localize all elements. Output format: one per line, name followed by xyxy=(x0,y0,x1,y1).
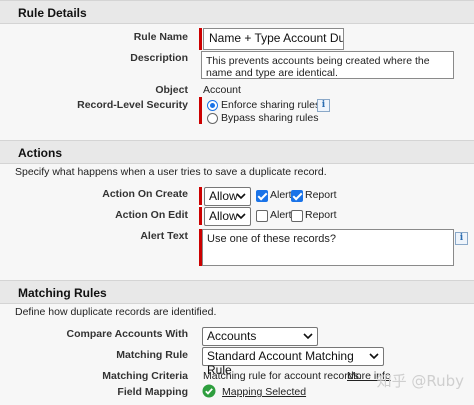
actions-intro: Specify what happens when a user tries t… xyxy=(15,166,327,178)
matching-criteria-label: Matching Criteria xyxy=(102,370,188,382)
info-icon[interactable]: i xyxy=(455,232,468,245)
matching-criteria-value: Matching rule for account records. xyxy=(203,370,362,382)
action-on-edit-label: Action On Edit xyxy=(115,209,188,221)
required-indicator xyxy=(199,97,202,124)
action-on-create-select[interactable]: Allow xyxy=(204,187,251,206)
create-report-checkbox[interactable] xyxy=(291,190,303,202)
alert-text-textarea[interactable]: Use one of these records? xyxy=(202,229,454,266)
chevron-down-icon xyxy=(369,353,379,360)
alert-text-label: Alert Text xyxy=(140,230,188,242)
bypass-sharing-radio[interactable] xyxy=(207,113,218,124)
compare-accounts-value: Accounts xyxy=(207,329,257,343)
matching-rules-intro: Define how duplicate records are identif… xyxy=(15,306,217,318)
edit-alert-label: Alert xyxy=(270,209,292,221)
compare-accounts-select[interactable]: Accounts xyxy=(202,327,318,346)
description-label: Description xyxy=(130,52,188,64)
object-value: Account xyxy=(203,84,241,96)
bypass-sharing-label: Bypass sharing rules xyxy=(221,112,319,124)
chevron-down-icon xyxy=(236,193,246,200)
rule-details-header: Rule Details xyxy=(0,0,474,24)
enforce-sharing-label: Enforce sharing rules xyxy=(221,99,321,111)
description-textarea[interactable]: This prevents accounts being created whe… xyxy=(201,51,454,79)
required-indicator xyxy=(199,187,202,205)
matching-rules-header: Matching Rules xyxy=(0,280,474,304)
matching-rule-label: Matching Rule xyxy=(116,349,188,361)
create-alert-label: Alert xyxy=(270,189,292,201)
required-indicator xyxy=(199,207,202,225)
edit-report-label: Report xyxy=(305,209,337,221)
watermark: 知乎 @Ruby xyxy=(376,372,464,390)
edit-alert-checkbox[interactable] xyxy=(256,210,268,222)
compare-accounts-label: Compare Accounts With xyxy=(66,328,188,340)
action-on-edit-select[interactable]: Allow xyxy=(204,207,251,226)
object-label: Object xyxy=(155,84,188,96)
rule-name-label: Rule Name xyxy=(133,31,188,43)
check-circle-icon xyxy=(202,384,216,398)
action-on-create-label: Action On Create xyxy=(102,188,188,200)
enforce-sharing-radio[interactable] xyxy=(207,100,218,111)
info-icon[interactable]: i xyxy=(317,99,330,112)
actions-header: Actions xyxy=(0,140,474,164)
mapping-selected-link[interactable]: Mapping Selected xyxy=(222,386,306,398)
field-mapping-label: Field Mapping xyxy=(117,386,188,398)
edit-report-checkbox[interactable] xyxy=(291,210,303,222)
chevron-down-icon xyxy=(236,213,246,220)
action-on-edit-value: Allow xyxy=(209,209,238,223)
chevron-down-icon xyxy=(303,333,313,340)
record-level-security-label: Record-Level Security xyxy=(77,99,188,111)
action-on-create-value: Allow xyxy=(209,189,238,203)
matching-rule-select[interactable]: Standard Account Matching Rule xyxy=(202,347,384,377)
create-report-label: Report xyxy=(305,189,337,201)
create-alert-checkbox[interactable] xyxy=(256,190,268,202)
required-indicator xyxy=(199,28,202,50)
rule-name-input[interactable]: Name + Type Account Dupl xyxy=(203,28,344,50)
